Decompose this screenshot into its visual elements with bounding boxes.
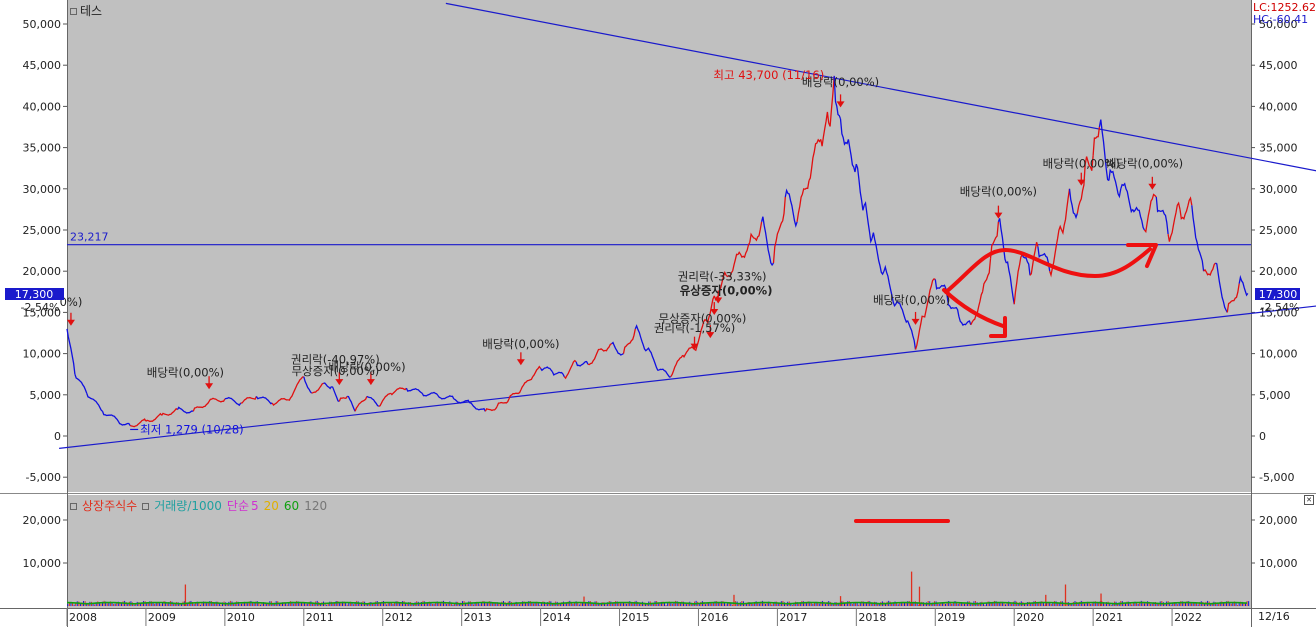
time-tick-label: 2008 — [69, 611, 97, 624]
volume-legend-checkbox-icon[interactable] — [142, 503, 150, 510]
current-change-left: -2.54% — [21, 301, 60, 314]
price-tick-label-left: 0 — [54, 430, 61, 443]
current-price-right: 17,300 — [1259, 288, 1298, 301]
time-tick-label: 2020 — [1016, 611, 1044, 624]
time-tick-label: 2014 — [543, 611, 571, 624]
event-annotation-label: 배당락(0,00%) — [960, 184, 1037, 198]
price-tick-label-left: 20,000 — [23, 265, 62, 278]
price-high-label: 최고 43,700 (11/16) — [713, 68, 824, 82]
time-tick-label: 2018 — [858, 611, 886, 624]
price-tick-label-left: 30,000 — [23, 183, 62, 196]
time-tick-label: 2016 — [700, 611, 728, 624]
stock-name: 테스 — [80, 4, 103, 18]
event-annotation-label: 배당락(0,00%) — [328, 360, 405, 374]
price-tick-label-right: 10,000 — [1259, 348, 1298, 361]
title-checkbox-icon[interactable] — [70, 8, 77, 15]
legend-volume[interactable]: 거래량/1000 — [154, 499, 222, 513]
time-tick-label: 2015 — [622, 611, 650, 624]
horizontal-level-label: 23,217 — [70, 231, 109, 244]
legend-ma5[interactable]: 5 — [251, 499, 259, 513]
price-tick-label-left: 5,000 — [30, 389, 62, 402]
current-price-marker-right: 17,300 -2.54% — [1255, 288, 1300, 314]
price-tick-label-left: -5,000 — [26, 471, 61, 484]
time-tick-label: 2009 — [148, 611, 176, 624]
price-tick-label-left: 45,000 — [23, 59, 62, 72]
price-tick-label-right: 30,000 — [1259, 183, 1298, 196]
price-tick-label-left: 35,000 — [23, 142, 62, 155]
price-low-label: 최저 1,279 (10/28) — [140, 422, 244, 436]
price-tick-label-right: 5,000 — [1259, 389, 1291, 402]
time-axis: 2008 2009 2010 2011 2012 2013 2014 2015 2016 2017… — [66, 608, 1202, 626]
legend-ma120[interactable]: 120 — [304, 499, 327, 513]
close-pane-icon[interactable]: ✕ — [1304, 495, 1314, 505]
price-tick-label-left: 50,000 — [23, 18, 62, 31]
price-tick-label-right: 25,000 — [1259, 224, 1298, 237]
time-tick-label: 2010 — [227, 611, 255, 624]
event-annotation-label: 유상증자(0,00%) — [680, 283, 773, 297]
event-annotation-label: 권리락(-1,57%) — [654, 321, 735, 335]
time-tick-label: 2021 — [1095, 611, 1123, 624]
price-tick-label-right: 45,000 — [1259, 59, 1298, 72]
volume-tick-label-left: 20,000 — [23, 514, 62, 527]
time-tick-label: 2012 — [385, 611, 413, 624]
price-tick-label-left: 10,000 — [23, 348, 62, 361]
legend-listed-shares[interactable]: 상장주식수 — [82, 499, 137, 513]
legend-simple[interactable]: 단순 — [227, 499, 249, 513]
volume-tick-label-right: 20,000 — [1259, 514, 1298, 527]
price-tick-label-right: 0 — [1259, 430, 1266, 443]
price-tick-label-left: 25,000 — [23, 224, 62, 237]
volume-tick-label-left: 10,000 — [23, 557, 62, 570]
legend-ma60[interactable]: 60 — [284, 499, 299, 513]
event-annotation-label: 배당락(0,00%) — [873, 293, 950, 307]
volume-legend[interactable]: 상장주식수 거래량/1000 단순 5 20 60 120 — [70, 497, 332, 514]
price-pane-background — [67, 0, 1251, 492]
volume-legend-checkbox-icon[interactable] — [70, 503, 77, 510]
event-annotation-label: 권리락(-33,33%) — [678, 269, 767, 283]
hc-readout: HC:-60.41 — [1253, 13, 1309, 26]
last-date-label: 12/16 — [1258, 610, 1290, 623]
price-tick-label-right: 20,000 — [1259, 265, 1298, 278]
price-tick-label-right: 35,000 — [1259, 142, 1298, 155]
price-tick-label-right: -5,000 — [1259, 471, 1294, 484]
legend-ma20[interactable]: 20 — [264, 499, 279, 513]
time-tick-label: 2013 — [464, 611, 492, 624]
price-tick-label-left: 40,000 — [23, 100, 62, 113]
time-tick-label: 2022 — [1174, 611, 1202, 624]
event-annotation-label: 배당락(0,00%) — [147, 366, 224, 380]
time-tick-label: 2019 — [937, 611, 965, 624]
volume-tick-label-right: 10,000 — [1259, 557, 1298, 570]
time-tick-label: 2011 — [306, 611, 334, 624]
price-tick-label-right: 40,000 — [1259, 100, 1298, 113]
stock-chart: 50,000 50,000 45,000 45,000 40,000 40,000 35,0… — [0, 0, 1316, 627]
current-change-right: -2.54% — [1261, 301, 1300, 314]
current-price-marker-left: 17,300 -2.54% — [5, 288, 64, 314]
chart-title[interactable]: 테스 — [70, 2, 102, 19]
chart-canvas[interactable]: 50,000 50,00045,000 45,00040,000 40,00035,0… — [0, 0, 1316, 627]
event-annotation-label: 배당락(0,00%) — [1106, 156, 1183, 170]
time-tick-label: 2017 — [779, 611, 807, 624]
event-annotation-label: 배당락(0,00%) — [482, 337, 559, 351]
current-price-left: 17,300 — [15, 288, 54, 301]
